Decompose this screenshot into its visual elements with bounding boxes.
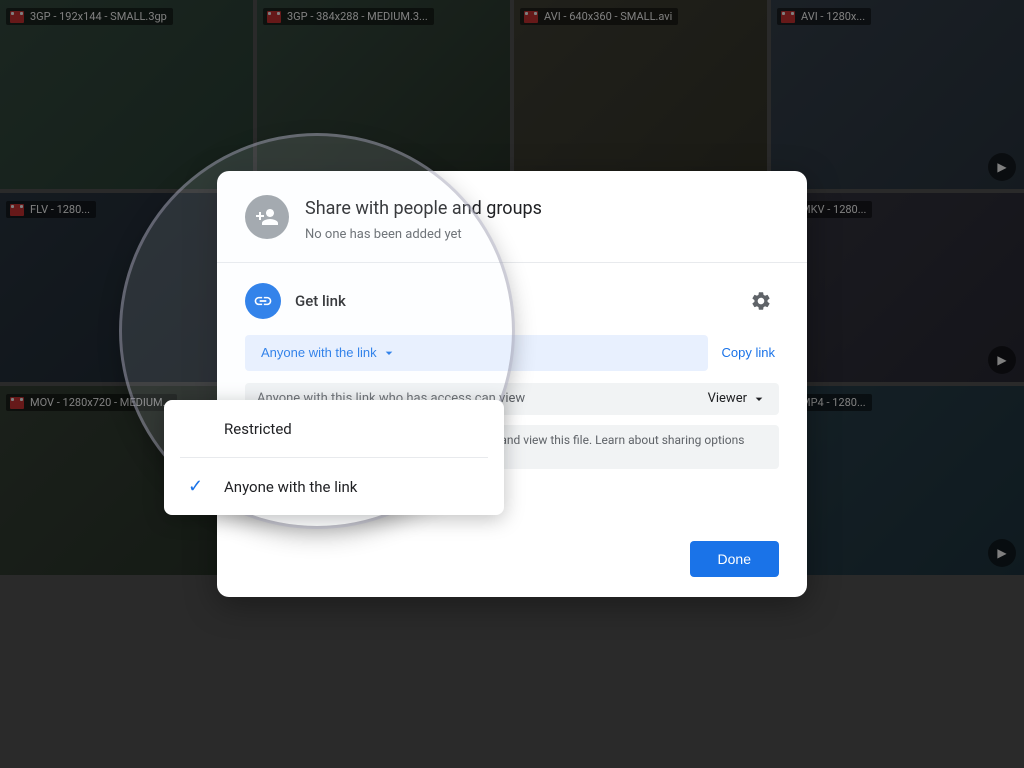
dropdown-item-anyone[interactable]: ✓ Anyone with the link: [164, 458, 504, 515]
anyone-label: Anyone with the link: [224, 478, 357, 496]
viewer-dropdown[interactable]: Viewer: [708, 391, 767, 407]
viewer-label: Viewer: [708, 391, 747, 406]
share-subtitle: No one has been added yet: [305, 227, 542, 242]
restricted-label: Restricted: [224, 420, 292, 438]
dialog-footer: Done: [217, 541, 807, 597]
dialog-overlay: Share with people and groups No one has …: [0, 0, 1024, 768]
dropdown-label: Anyone with the link: [261, 345, 377, 360]
share-text-area: Share with people and groups No one has …: [305, 195, 542, 241]
access-dropdown-menu: ✓ Restricted ✓ Anyone with the link: [164, 400, 504, 515]
get-link-title: Get link: [295, 292, 346, 310]
anyone-check-icon: ✓: [188, 476, 208, 497]
dropdown-item-restricted[interactable]: ✓ Restricted: [164, 400, 504, 457]
settings-button[interactable]: [743, 283, 779, 319]
share-avatar: [245, 195, 289, 239]
link-icon: [245, 283, 281, 319]
link-header: Get link: [245, 283, 779, 319]
share-title: Share with people and groups: [305, 197, 542, 220]
done-button[interactable]: Done: [690, 541, 779, 577]
copy-link-button[interactable]: Copy link: [718, 345, 779, 360]
link-url-box: Anyone with the link: [245, 335, 708, 371]
link-url-row: Anyone with the link Copy link: [245, 335, 779, 371]
access-dropdown-button[interactable]: Anyone with the link: [257, 345, 401, 361]
share-with-people-section: Share with people and groups No one has …: [217, 171, 807, 262]
share-dialog: Share with people and groups No one has …: [217, 171, 807, 596]
